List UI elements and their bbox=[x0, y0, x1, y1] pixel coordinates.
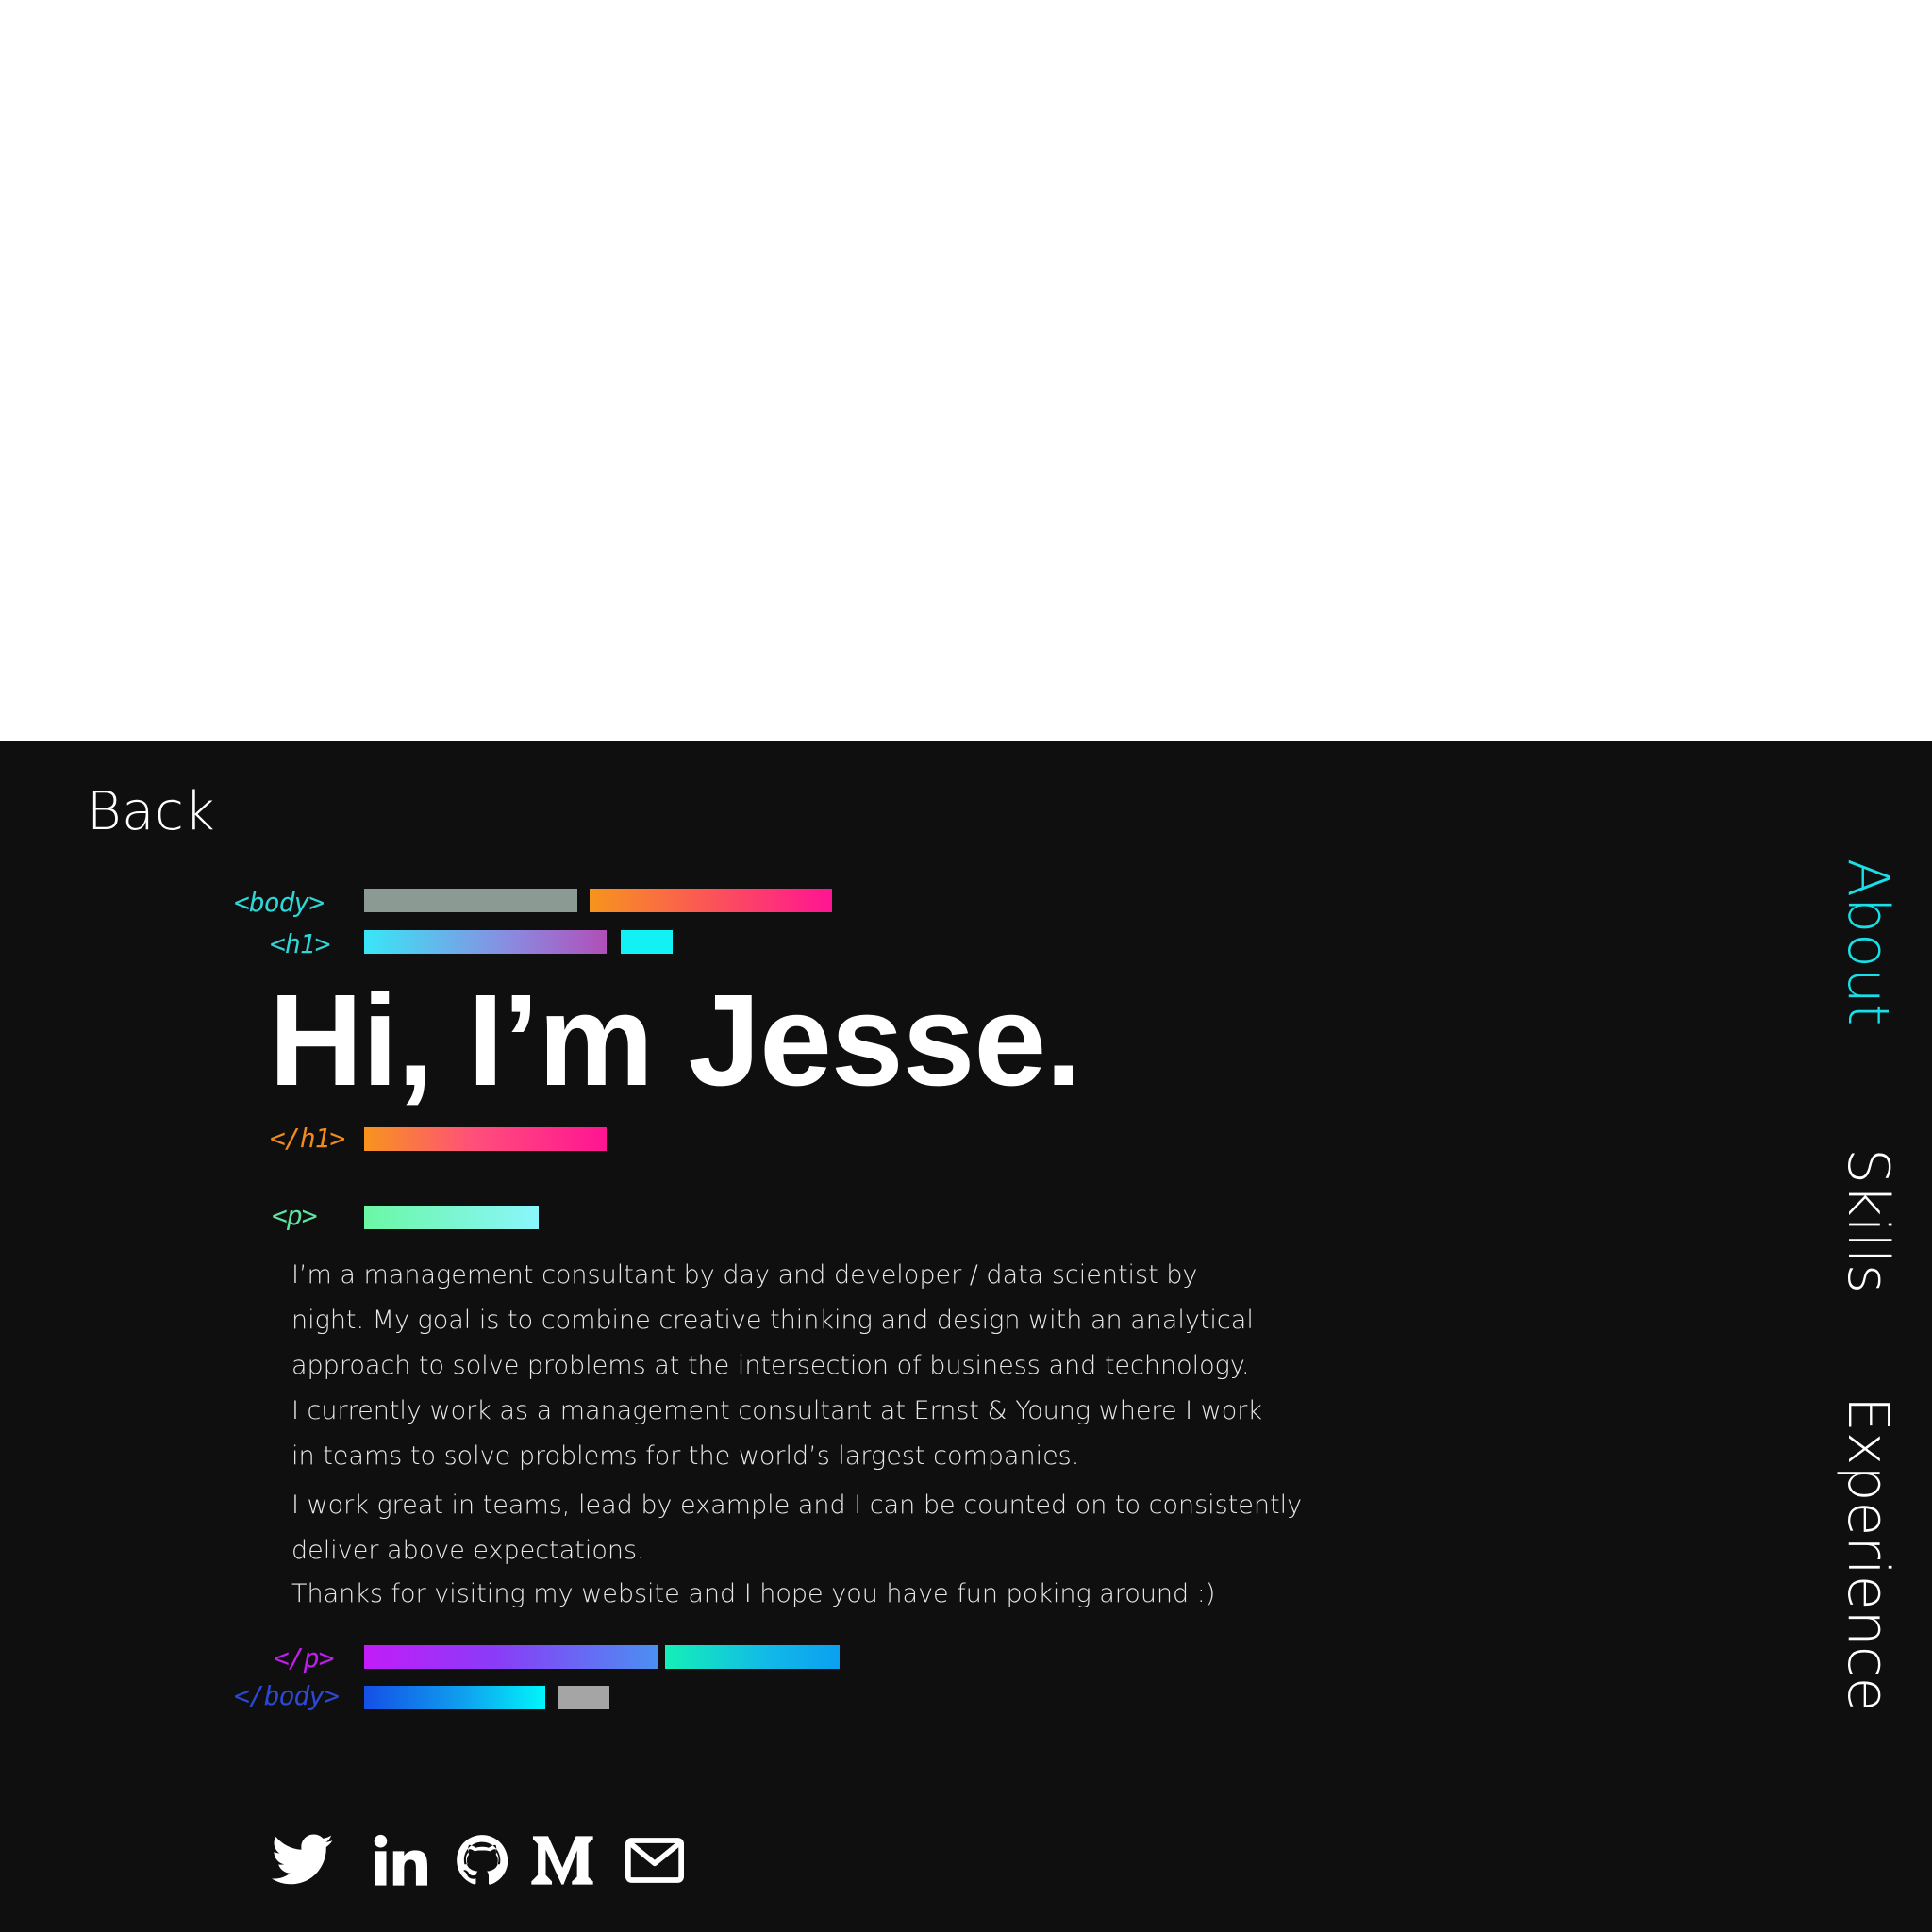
github-link[interactable] bbox=[448, 1830, 516, 1890]
decor-bar-magenta-blue bbox=[364, 1645, 658, 1669]
p-close-tag: </p> bbox=[274, 1642, 334, 1674]
h1-open-tag: <h1> bbox=[270, 928, 330, 959]
nav-skills[interactable]: Skills bbox=[1835, 1148, 1901, 1293]
decor-bar-orange-pink-2 bbox=[364, 1127, 607, 1151]
decor-bar-cyan bbox=[621, 930, 673, 954]
page-title: Hi, I’m Jesse. bbox=[269, 968, 1081, 1113]
nav-about[interactable]: About bbox=[1835, 858, 1901, 1025]
decor-bar-teal-blue bbox=[665, 1645, 840, 1669]
decor-bar-green-cyan bbox=[364, 1206, 539, 1229]
blank-top-area bbox=[0, 0, 1932, 741]
bio-line: night. My goal is to combine creative th… bbox=[291, 1306, 1254, 1335]
bio-line: I currently work as a management consult… bbox=[291, 1396, 1263, 1425]
nav-experience[interactable]: Experience bbox=[1835, 1396, 1901, 1712]
linkedin-link[interactable] bbox=[366, 1830, 434, 1890]
bio-line: I’m a management consultant by day and d… bbox=[291, 1260, 1198, 1290]
bio-line: approach to solve problems at the inters… bbox=[291, 1351, 1250, 1380]
bio-line: deliver above expectations. bbox=[291, 1536, 645, 1565]
p-open-tag: <p> bbox=[272, 1200, 318, 1231]
decor-bar-cyan-purple bbox=[364, 930, 607, 954]
linkedin-icon bbox=[374, 1834, 427, 1886]
medium-icon bbox=[531, 1836, 593, 1885]
decor-bar-gray bbox=[364, 889, 577, 912]
bio-line: Thanks for visiting my website and I hop… bbox=[291, 1579, 1216, 1608]
h1-close-tag: </h1> bbox=[270, 1123, 345, 1154]
decor-bar-orange-pink bbox=[590, 889, 832, 912]
back-link[interactable]: Back bbox=[87, 781, 215, 843]
mail-icon bbox=[625, 1838, 684, 1883]
body-close-tag: </body> bbox=[234, 1680, 340, 1711]
twitter-icon bbox=[272, 1834, 333, 1885]
bio-line: I work great in teams, lead by example a… bbox=[291, 1491, 1303, 1520]
body-open-tag: <body> bbox=[234, 887, 325, 918]
medium-link[interactable] bbox=[528, 1830, 596, 1890]
email-link[interactable] bbox=[621, 1830, 689, 1890]
github-icon bbox=[457, 1835, 508, 1885]
decor-bar-gray-small bbox=[558, 1686, 609, 1709]
bio-line: in teams to solve problems for the world… bbox=[291, 1441, 1080, 1471]
decor-bar-blue-cyan bbox=[364, 1686, 545, 1709]
twitter-link[interactable] bbox=[269, 1830, 337, 1890]
